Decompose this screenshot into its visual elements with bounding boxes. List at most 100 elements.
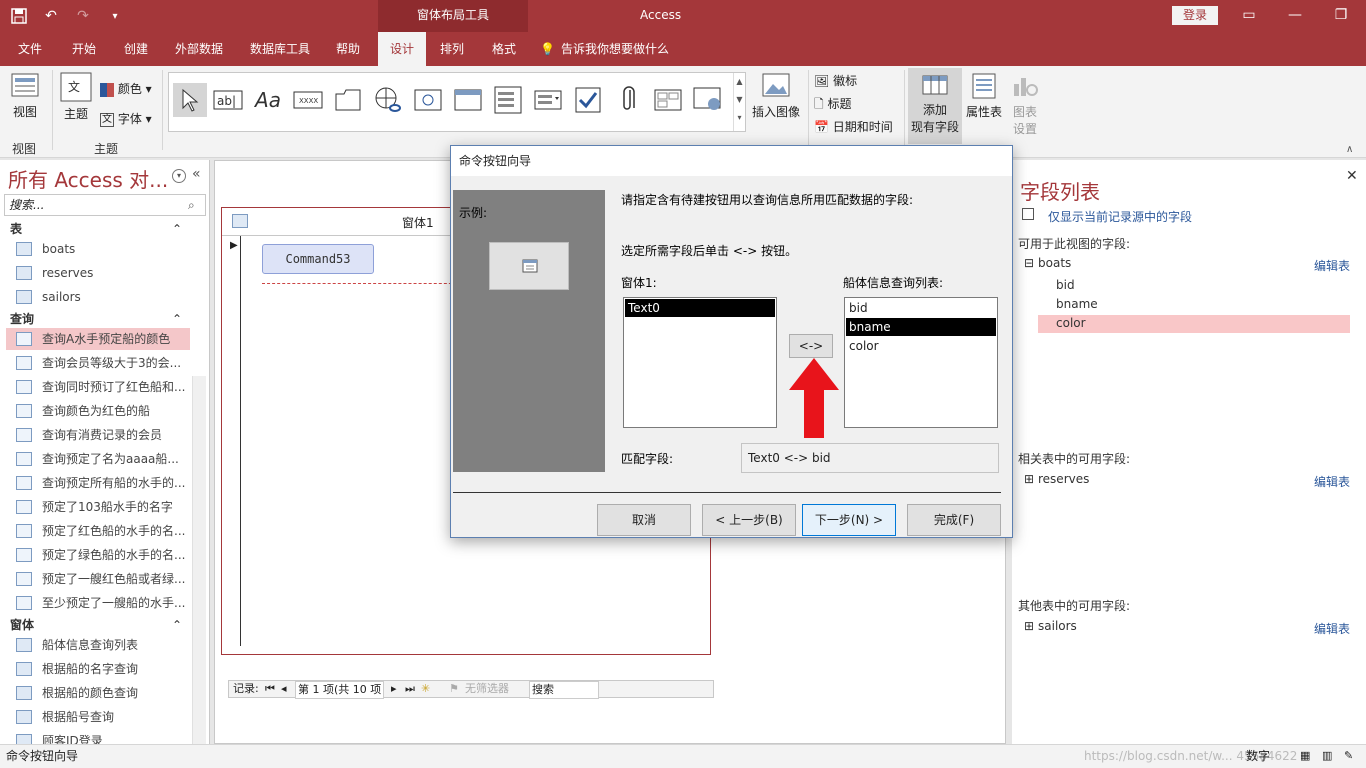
nav-item-query[interactable]: 查询有消费记录的会员 (6, 424, 190, 446)
logo-button[interactable]: 🖼 徽标 (814, 72, 857, 89)
finish-button[interactable]: 完成(F) (907, 504, 1001, 536)
search-icon[interactable]: ⌕ (188, 198, 195, 213)
fonts-button[interactable]: 文 字体 ▾ (100, 110, 156, 127)
select-pointer-icon[interactable] (173, 83, 207, 117)
web-browser-control-icon[interactable] (411, 83, 445, 117)
nav-section-forms[interactable]: 窗体 ⌃ (10, 616, 188, 634)
edit-table-link[interactable]: 编辑表 (1314, 620, 1350, 637)
combo-box-icon[interactable] (531, 83, 565, 117)
nav-item-table[interactable]: reserves (6, 262, 190, 284)
nav-item-form[interactable]: 顾客ID登录 (6, 730, 190, 744)
tab-database-tools[interactable]: 数据库工具 (242, 32, 318, 66)
nav-item-form[interactable]: 根据船号查询 (6, 706, 190, 728)
redo-icon[interactable]: ↷ (72, 5, 94, 27)
close-icon[interactable]: ✕ (1346, 168, 1358, 184)
field-item[interactable]: bid (1056, 278, 1075, 292)
record-search-input[interactable]: 搜索 (529, 681, 599, 699)
next-button[interactable]: 下一步(N) > (802, 504, 896, 536)
expand-icon[interactable]: ⊞ (1024, 619, 1034, 633)
nav-item-query[interactable]: 查询A水手预定船的颜色 (6, 328, 190, 350)
edit-table-link[interactable]: 编辑表 (1314, 473, 1350, 490)
gallery-scroll-icon[interactable]: ▲ ▼ ▾ (733, 73, 745, 131)
tab-design[interactable]: 设计 (378, 32, 426, 66)
theme-button[interactable]: 文 主题 (58, 72, 94, 122)
expand-icon[interactable]: ⊞ (1024, 472, 1034, 486)
record-position-input[interactable]: 第 1 项(共 10 项 (295, 681, 385, 699)
label-control-icon[interactable]: Aa (251, 83, 285, 117)
view-switch-icon[interactable]: ▥ (1322, 745, 1332, 767)
first-record-icon[interactable]: ⏮ (265, 681, 275, 697)
nav-item-query[interactable]: 查询预定了名为aaaa船... (6, 448, 190, 470)
match-swap-button[interactable]: <-> (789, 334, 833, 358)
expand-icon[interactable]: ⊟ (1024, 256, 1034, 270)
checkbox-control-icon[interactable] (571, 83, 605, 117)
view-switch-icon[interactable]: ▦ (1300, 745, 1310, 767)
list-item[interactable]: bname (846, 318, 996, 336)
nav-section-queries[interactable]: 查询 ⌃ (10, 310, 188, 328)
minimize-icon[interactable]: — (1272, 0, 1318, 32)
field-item[interactable]: color (1056, 316, 1086, 330)
last-record-icon[interactable]: ⏭ (405, 681, 415, 697)
nav-item-form[interactable]: 根据船的名字查询 (6, 658, 190, 680)
nav-pane-title[interactable]: 所有 Access 对... (8, 164, 168, 193)
nav-item-query[interactable]: 预定了103船水手的名字 (6, 496, 190, 518)
nav-menu-icon[interactable]: ▾ (172, 169, 186, 183)
customize-qat-icon[interactable]: ▾ (104, 5, 126, 27)
nav-item-query[interactable]: 预定了绿色船的水手的名... (6, 544, 190, 566)
filter-icon[interactable]: ⚑ (449, 681, 459, 697)
subform-control-icon[interactable] (651, 83, 685, 117)
chart-settings-button[interactable]: 图表 设置 (1008, 72, 1042, 137)
datetime-button[interactable]: 📅 日期和时间 (814, 118, 893, 135)
login-button[interactable]: 登录 (1172, 6, 1218, 25)
collapse-ribbon-icon[interactable]: ∧ (1346, 144, 1353, 155)
field-table-name[interactable]: sailors (1038, 619, 1077, 633)
nav-item-query[interactable]: 预定了红色船的水手的名... (6, 520, 190, 542)
navigation-control-icon[interactable] (451, 83, 485, 117)
nav-item-query[interactable]: 查询同时预订了红色船和... (6, 376, 190, 398)
insert-image-button[interactable]: 插入图像 (748, 72, 804, 120)
field-table-name[interactable]: reserves (1038, 472, 1089, 486)
table-fields-listbox[interactable]: bid bname color (844, 297, 998, 428)
hyperlink-control-icon[interactable] (371, 83, 405, 117)
tab-home[interactable]: 开始 (62, 32, 106, 66)
field-table-name[interactable]: boats (1038, 256, 1071, 270)
save-icon[interactable] (8, 5, 30, 27)
tab-arrange[interactable]: 排列 (430, 32, 474, 66)
next-record-icon[interactable]: ▸ (391, 681, 397, 697)
list-item[interactable]: bid (846, 299, 996, 317)
no-filter-label[interactable]: 无筛选器 (465, 681, 509, 697)
image-control-icon[interactable] (691, 83, 725, 117)
shutter-bar-icon[interactable]: « (192, 166, 201, 182)
back-button[interactable]: < 上一步(B) (702, 504, 796, 536)
nav-item-form[interactable]: 船体信息查询列表 (6, 634, 190, 656)
edit-table-link[interactable]: 编辑表 (1314, 257, 1350, 274)
nav-item-query[interactable]: 至少预定了一艘船的水手... (6, 592, 190, 614)
attachment-control-icon[interactable] (611, 83, 645, 117)
nav-search-input[interactable]: 搜索... (4, 194, 206, 216)
tab-file[interactable]: 文件 (8, 32, 52, 66)
tab-create[interactable]: 创建 (114, 32, 158, 66)
nav-item-query[interactable]: 查询预定所有船的水手的... (6, 472, 190, 494)
list-item[interactable]: Text0 (625, 299, 775, 317)
title-button[interactable]: 🗋 标题 (814, 95, 852, 116)
prev-record-icon[interactable]: ◂ (281, 681, 287, 697)
tab-external-data[interactable]: 外部数据 (166, 32, 232, 66)
add-existing-fields-button[interactable]: 添加 现有字段 (908, 68, 962, 144)
tab-help[interactable]: 帮助 (326, 32, 370, 66)
command-button[interactable]: Command53 (262, 244, 374, 274)
list-item[interactable]: color (846, 337, 996, 355)
textbox-control-icon[interactable]: ab| (211, 83, 245, 117)
ribbon-display-icon[interactable]: ▭ (1226, 0, 1272, 32)
nav-item-table[interactable]: boats (6, 238, 190, 260)
colors-button[interactable]: 颜色 ▾ (100, 80, 156, 97)
new-record-icon[interactable]: ✳ (421, 681, 430, 697)
view-button[interactable]: 视图 (8, 72, 42, 120)
nav-item-query[interactable]: 查询会员等级大于3的会... (6, 352, 190, 374)
undo-icon[interactable]: ↶ (40, 5, 62, 27)
nav-section-tables[interactable]: 表 ⌃ (10, 220, 188, 238)
show-current-source-link[interactable]: 仅显示当前记录源中的字段 (1048, 208, 1192, 225)
form-fields-listbox[interactable]: Text0 (623, 297, 777, 428)
cancel-button[interactable]: 取消 (597, 504, 691, 536)
field-item[interactable]: bname (1056, 297, 1098, 311)
property-sheet-button[interactable]: 属性表 (964, 72, 1004, 120)
